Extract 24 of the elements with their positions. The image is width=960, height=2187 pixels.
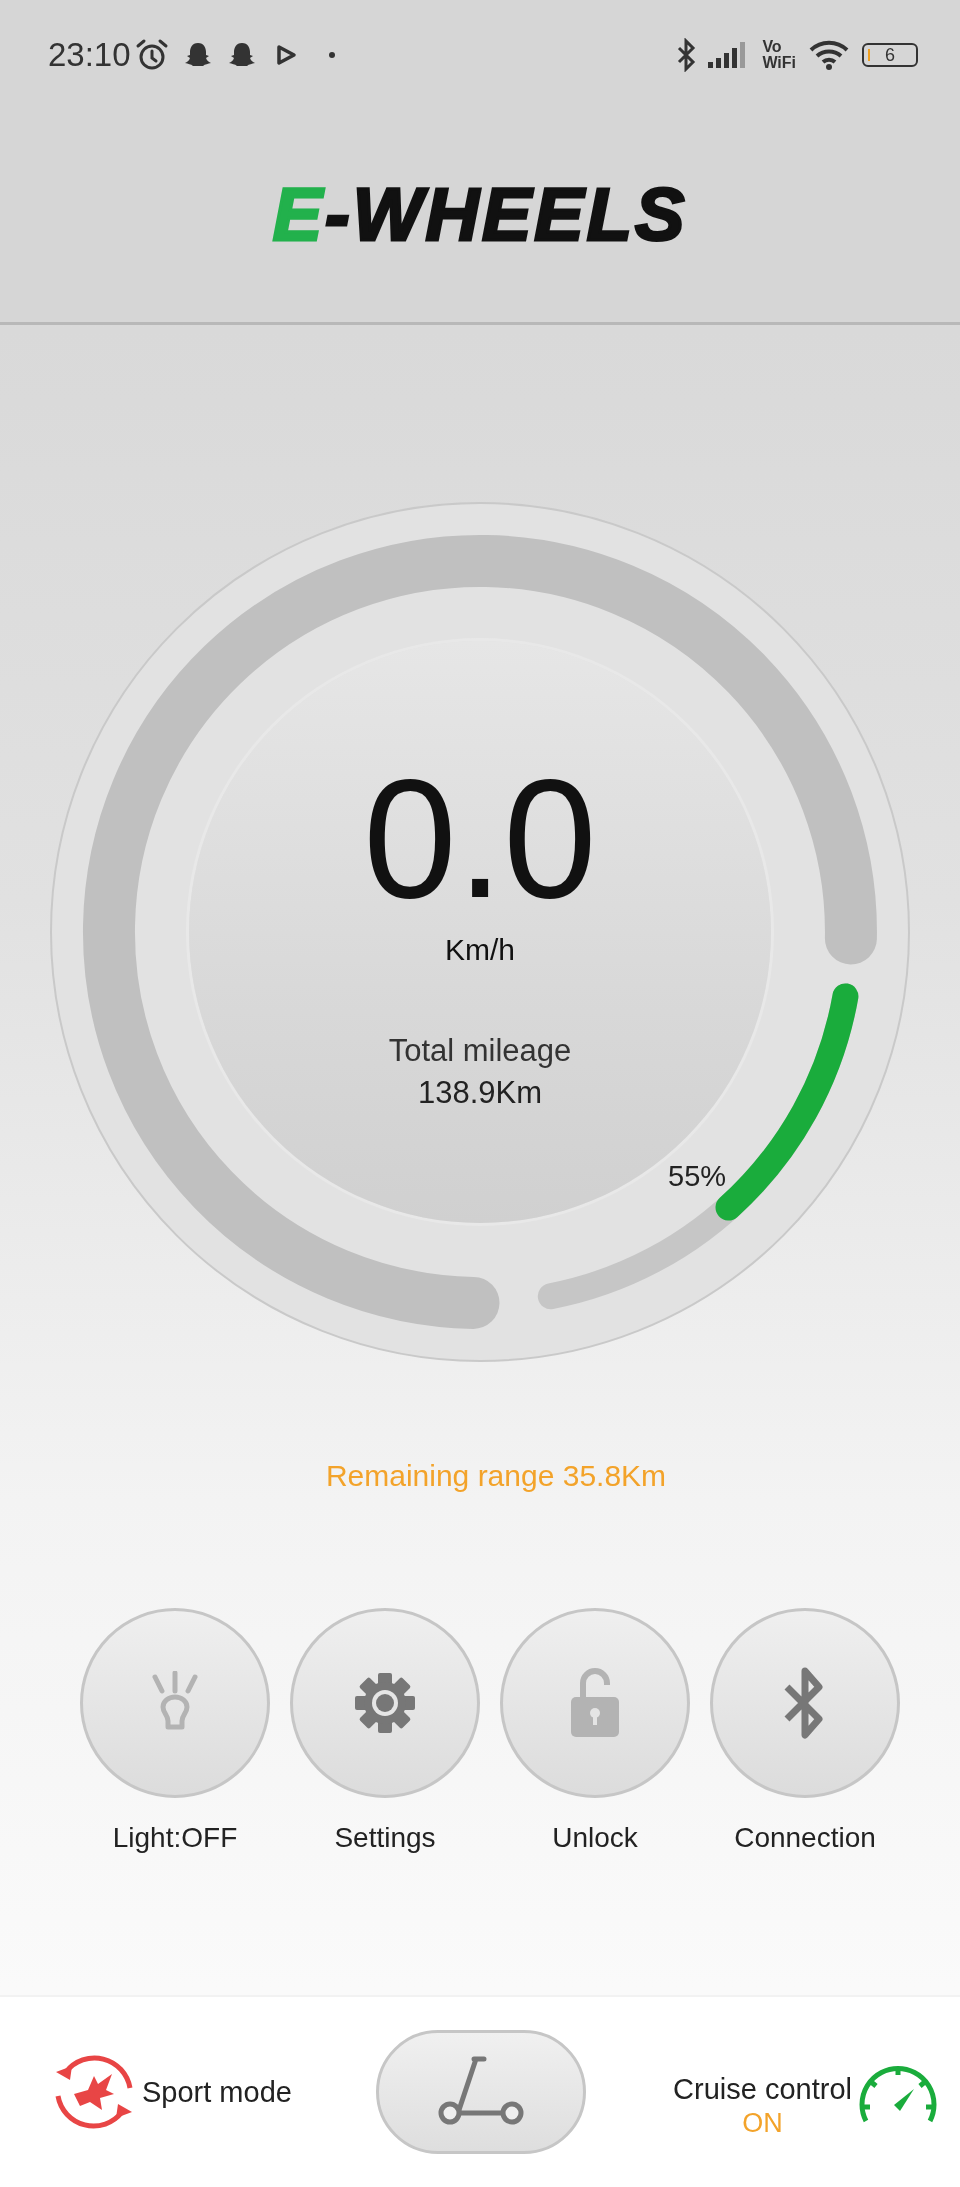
- mileage-label: Total mileage: [388, 1033, 572, 1069]
- mileage-value: 138.9Km: [417, 1075, 543, 1111]
- clock-time: 23:10: [48, 36, 131, 74]
- speed-unit: Km/h: [445, 933, 515, 967]
- speed-value: 0.0: [363, 759, 597, 919]
- vowifi-label: WiFi: [762, 55, 796, 71]
- control-label: Unlock: [552, 1821, 638, 1855]
- control-label: Settings: [334, 1821, 436, 1855]
- vowifi-label: Vo: [762, 39, 783, 55]
- control-label: Connection: [734, 1821, 876, 1855]
- dot-icon: [328, 52, 335, 58]
- cruise-control-status: ON: [742, 2108, 783, 2139]
- control-label: Light:OFF: [112, 1821, 238, 1855]
- wifi-icon: [808, 39, 850, 71]
- play-icon: [274, 44, 297, 66]
- logo-mark: E: [272, 172, 326, 257]
- battery-indicator: 6: [862, 43, 918, 67]
- logo-text: -WHEELS: [325, 172, 688, 257]
- remaining-range: Remaining range 35.8Km: [325, 1458, 667, 1494]
- alarm-clock-icon: [134, 38, 169, 72]
- battery-percent: 55%: [668, 1160, 727, 1193]
- bluetooth-icon: [676, 38, 697, 72]
- cruise-control-label: Cruise control: [673, 2073, 852, 2106]
- sport-mode-label: Sport mode: [142, 2075, 292, 2109]
